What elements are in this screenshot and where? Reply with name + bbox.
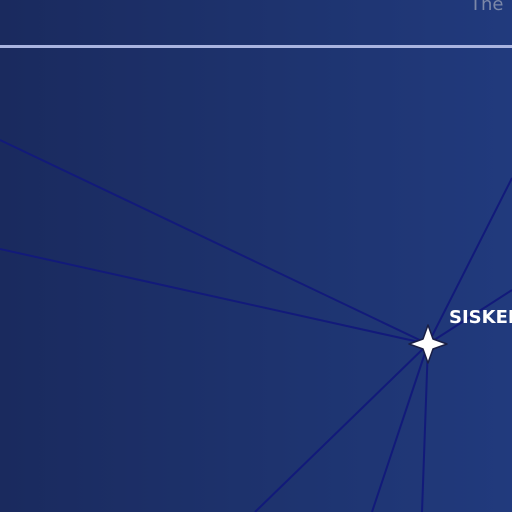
map-canvas[interactable] [0, 0, 512, 512]
route-line[interactable] [0, 248, 429, 345]
route-line[interactable] [254, 343, 429, 512]
waypoint-label[interactable]: SISKEE [449, 307, 512, 328]
route-line[interactable] [0, 139, 429, 345]
route-line[interactable] [421, 343, 429, 512]
route-line[interactable] [371, 343, 429, 512]
